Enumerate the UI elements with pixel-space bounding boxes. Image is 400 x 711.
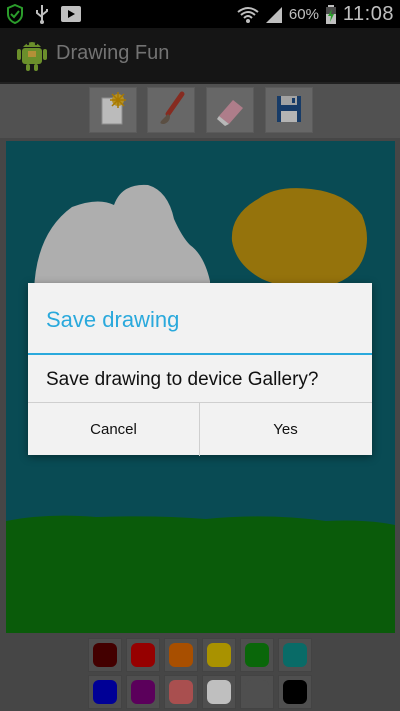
android-app-icon[interactable] — [16, 38, 48, 72]
media-play-icon — [61, 6, 81, 22]
swatch-fill — [283, 643, 307, 667]
brush-button[interactable] — [147, 87, 195, 133]
wifi-icon — [237, 6, 259, 23]
swatch-fill — [131, 643, 155, 667]
color-swatch-black[interactable] — [278, 675, 312, 709]
app-title: Drawing Fun — [56, 42, 170, 64]
color-swatch-white[interactable] — [202, 675, 236, 709]
dialog-title: Save drawing — [46, 307, 180, 332]
dialog-message: Save drawing to device Gallery? — [46, 369, 319, 390]
save-button[interactable] — [265, 87, 313, 133]
color-swatch-blue[interactable] — [88, 675, 122, 709]
color-swatch-dark-red[interactable] — [88, 638, 122, 672]
new-page-icon — [101, 92, 126, 125]
cancel-button[interactable]: Cancel — [28, 403, 200, 456]
swatch-fill — [245, 680, 269, 704]
yes-button[interactable]: Yes — [200, 403, 371, 456]
color-swatch-purple[interactable] — [126, 675, 160, 709]
usb-icon — [36, 5, 48, 24]
color-palette — [88, 636, 312, 711]
color-swatch-pink[interactable] — [164, 675, 198, 709]
swatch-fill — [245, 643, 269, 667]
dialog-title-divider — [28, 353, 372, 355]
drawing-toolbar — [0, 84, 400, 138]
swatch-fill — [207, 643, 231, 667]
brush-icon — [160, 91, 185, 124]
save-dialog: Save drawing Save drawing to device Gall… — [28, 283, 372, 456]
dialog-button-bar: Cancel Yes — [28, 402, 372, 456]
swatch-fill — [93, 680, 117, 704]
color-swatch-gray[interactable] — [240, 675, 274, 709]
color-swatch-red[interactable] — [126, 638, 160, 672]
color-swatch-green[interactable] — [240, 638, 274, 672]
notification-icons — [6, 4, 82, 24]
save-disk-icon — [277, 96, 301, 122]
clock: 11:08 — [342, 3, 394, 25]
swatch-fill — [207, 680, 231, 704]
swatch-fill — [93, 643, 117, 667]
signal-icon — [265, 6, 282, 23]
security-shield-icon — [7, 4, 23, 24]
swatch-fill — [169, 680, 193, 704]
grass-shape — [6, 515, 395, 633]
eraser-button[interactable] — [206, 87, 254, 133]
swatch-fill — [169, 643, 193, 667]
battery-percent: 60% — [288, 6, 319, 23]
eraser-icon — [217, 100, 243, 126]
new-drawing-button[interactable] — [89, 87, 137, 133]
swatch-fill — [283, 680, 307, 704]
color-swatch-yellow[interactable] — [202, 638, 236, 672]
action-bar: Drawing Fun — [0, 28, 400, 84]
status-bar: 60% 11:08 — [0, 0, 400, 28]
color-swatch-orange[interactable] — [164, 638, 198, 672]
swatch-fill — [131, 680, 155, 704]
battery-charging-icon — [325, 4, 336, 24]
color-swatch-teal[interactable] — [278, 638, 312, 672]
system-status: 60% 11:08 — [237, 3, 394, 26]
